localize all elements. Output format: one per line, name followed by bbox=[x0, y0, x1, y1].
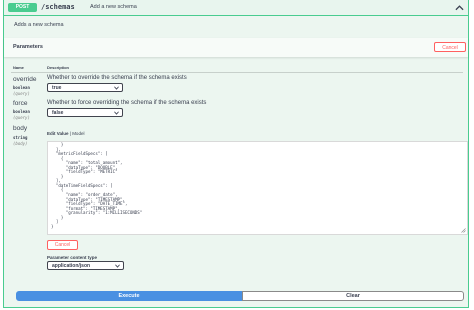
code-line: "granularity": "1:MILLISECONDS" bbox=[51, 210, 143, 216]
chevron-up-icon[interactable] bbox=[455, 4, 464, 11]
param-description-override: Whether to override the schema if the sc… bbox=[47, 75, 187, 81]
body-textarea[interactable]: } ], "metricFieldSpecs": [ { "name": "to… bbox=[47, 141, 468, 235]
param-name-override: override bbox=[13, 76, 37, 83]
param-description-force: Whether to force overriding the schema i… bbox=[47, 100, 207, 106]
endpoint-path: /schemas bbox=[41, 3, 75, 11]
param-in-override: (query) bbox=[13, 91, 30, 96]
tab-model[interactable]: Model bbox=[72, 131, 84, 136]
body-json-text: } ], "metricFieldSpecs": [ { "name": "to… bbox=[51, 142, 143, 229]
body-cancel-button[interactable]: Cancel bbox=[47, 240, 78, 250]
tab-edit-value[interactable]: Edit Value bbox=[47, 131, 69, 136]
body-editor-tabs: Edit Value | Model bbox=[47, 131, 84, 136]
force-select-value: false bbox=[52, 110, 64, 116]
try-it-out-cancel-button[interactable]: Cancel bbox=[434, 42, 466, 52]
resize-handle-icon[interactable] bbox=[461, 228, 466, 233]
param-in-force: (query) bbox=[13, 115, 30, 120]
parameters-header: Parameters Cancel bbox=[4, 38, 468, 57]
param-type-force: boolean bbox=[13, 109, 30, 114]
column-header-description: Description bbox=[47, 65, 70, 70]
content-type-select[interactable]: application/json bbox=[47, 261, 124, 270]
content-type-label: Parameter content type bbox=[47, 255, 98, 260]
chevron-down-icon bbox=[114, 111, 119, 115]
param-name-body: body bbox=[13, 125, 28, 132]
column-header-name: Name bbox=[13, 65, 24, 70]
param-type-override: boolean bbox=[13, 85, 30, 90]
operation-panel: POST /schemas Add a new schema Adds a ne… bbox=[3, 0, 469, 308]
operation-summary-bar[interactable]: POST /schemas Add a new schema bbox=[4, 0, 468, 16]
http-method-badge: POST bbox=[8, 3, 37, 12]
header-divider bbox=[11, 72, 463, 73]
execute-button[interactable]: Execute bbox=[16, 291, 242, 301]
override-select-value: true bbox=[52, 85, 62, 91]
param-in-body: (body) bbox=[13, 141, 28, 146]
param-name-force: force bbox=[13, 100, 28, 107]
chevron-down-icon bbox=[115, 264, 120, 268]
parameters-title: Parameters bbox=[13, 44, 43, 50]
override-select[interactable]: true bbox=[47, 83, 123, 92]
param-type-body: string bbox=[13, 135, 28, 140]
operation-summary: Add a new schema bbox=[90, 4, 137, 10]
operation-description: Adds a new schema bbox=[14, 22, 64, 28]
force-select[interactable]: false bbox=[47, 108, 123, 117]
clear-button[interactable]: Clear bbox=[242, 291, 464, 301]
content-type-value: application/json bbox=[52, 263, 91, 269]
code-line: } bbox=[51, 223, 54, 229]
chevron-down-icon bbox=[114, 86, 119, 90]
